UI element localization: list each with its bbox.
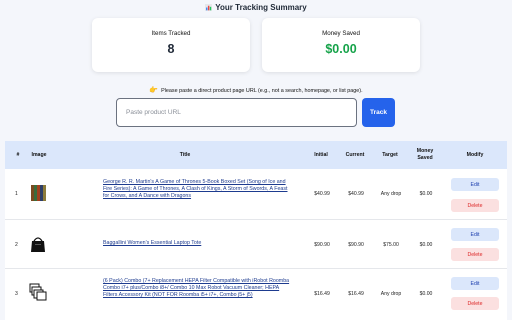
edit-button[interactable]: Edit xyxy=(451,277,499,290)
items-tracked-value: 8 xyxy=(167,42,175,56)
target-price: Any drop xyxy=(380,291,402,297)
money-saved-card: Money Saved $0.00 xyxy=(262,18,420,72)
header-modify: Modify xyxy=(466,152,484,158)
row-num: 3 xyxy=(15,291,18,297)
header-image: Image xyxy=(31,152,47,158)
item-title-link[interactable]: Baggallini Women's Essential Laptop Tote xyxy=(103,240,293,247)
header-num: # xyxy=(16,152,20,158)
url-hint: 👉 Please paste a direct product page URL … xyxy=(0,86,512,94)
header-title: Title xyxy=(179,152,191,158)
money-saved: $0.00 xyxy=(419,242,433,248)
item-title-link[interactable]: George R. R. Martin's A Game of Thrones … xyxy=(103,179,293,201)
current-price: $90.90 xyxy=(348,242,364,248)
header-money-saved-line1: Money xyxy=(416,148,434,154)
items-tracked-label: Items Tracked xyxy=(151,30,191,37)
track-button[interactable]: Track xyxy=(362,98,395,127)
current-price: $40.99 xyxy=(348,191,364,197)
initial-price: $90.90 xyxy=(314,242,330,248)
header-money-saved-line2: Saved xyxy=(417,155,433,161)
table-row: 2 Baggallini Women's Essential Laptop To… xyxy=(5,221,507,269)
row-num: 1 xyxy=(15,191,18,197)
bar-chart-icon xyxy=(205,4,213,11)
item-title-link[interactable]: (6 Pack) Combo (7+ Replacement HEPA Filt… xyxy=(103,278,293,300)
row-num: 2 xyxy=(15,242,18,248)
money-saved: $0.00 xyxy=(419,291,433,297)
url-hint-text: Please paste a direct product page URL (… xyxy=(161,88,363,94)
initial-price: $16.49 xyxy=(314,291,330,297)
laptop-tote-thumbnail xyxy=(31,237,45,252)
summary-title-text: Your Tracking Summary xyxy=(215,3,307,12)
current-price: $16.49 xyxy=(348,291,364,297)
header-current: Current xyxy=(345,152,365,158)
target-price: Any drop xyxy=(380,191,402,197)
book-cover-thumbnail xyxy=(31,185,46,201)
table-header: # Image Title Initial Current Target Mon… xyxy=(5,141,507,169)
delete-button[interactable]: Delete xyxy=(451,199,499,212)
summary-title: Your Tracking Summary xyxy=(0,3,512,12)
header-target: Target xyxy=(382,152,398,158)
table-row: 3 (6 Pack) Combo (7+ Replacement HEPA Fi… xyxy=(5,270,507,320)
target-price: $75.00 xyxy=(383,242,399,248)
header-initial: Initial xyxy=(314,152,328,158)
money-saved-value: $0.00 xyxy=(325,42,357,56)
items-tracked-card: Items Tracked 8 xyxy=(92,18,250,72)
money-saved: $0.00 xyxy=(419,191,433,197)
product-url-input[interactable] xyxy=(116,98,357,127)
initial-price: $40.99 xyxy=(314,191,330,197)
edit-button[interactable]: Edit xyxy=(451,228,499,241)
delete-button[interactable]: Delete xyxy=(451,297,499,310)
edit-button[interactable]: Edit xyxy=(451,178,499,191)
tracked-items-table: # Image Title Initial Current Target Mon… xyxy=(5,141,507,320)
table-row: 1 George R. R. Martin's A Game of Throne… xyxy=(5,169,507,220)
delete-button[interactable]: Delete xyxy=(451,248,499,261)
pointing-hand-icon: 👉 xyxy=(149,87,159,94)
money-saved-label: Money Saved xyxy=(322,30,360,37)
hepa-filter-thumbnail xyxy=(29,283,47,301)
header-money-saved: Money Saved xyxy=(412,148,438,162)
